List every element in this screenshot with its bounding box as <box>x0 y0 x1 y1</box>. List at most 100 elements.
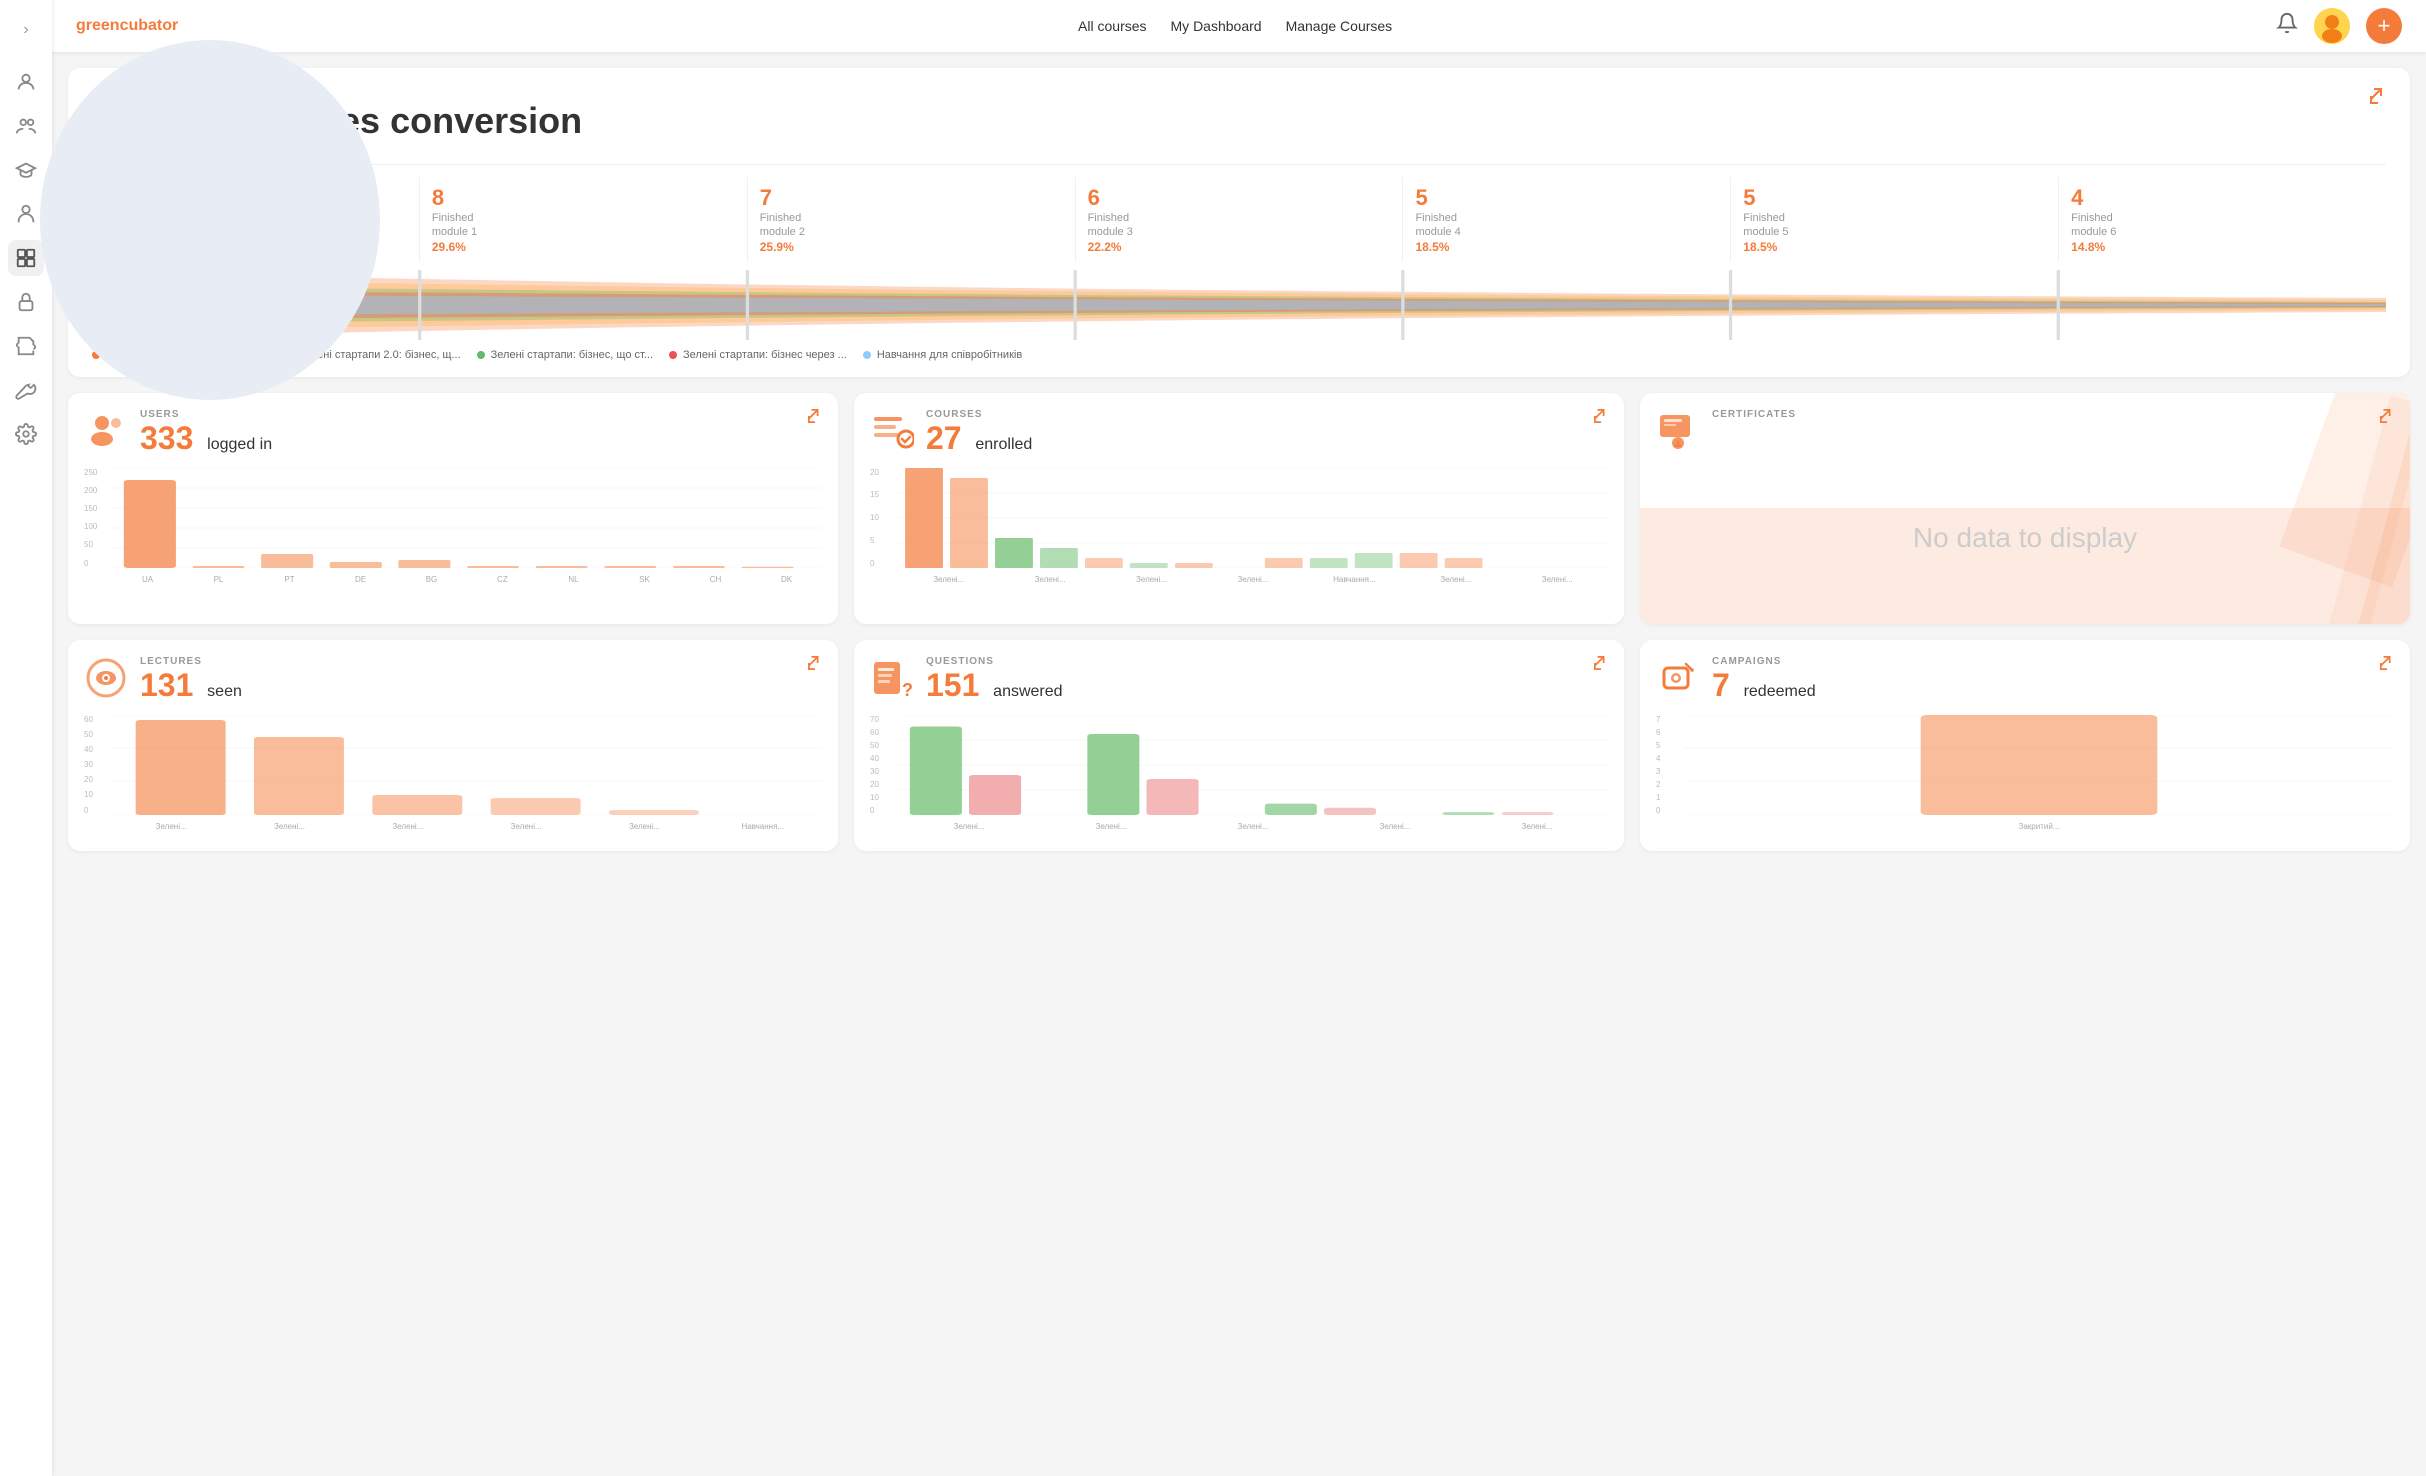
funnel-title-text: top courses conversion <box>176 100 582 142</box>
lectures-chart-labels: Зелені... Зелені... Зелені... Зелені... … <box>112 822 822 831</box>
funnel-stat-label-0: Courseenrolments <box>104 211 407 240</box>
campaigns-chart-labels: Закритий... <box>1684 822 2394 831</box>
legend-item-4: Навчання для співробітників <box>863 349 1022 361</box>
legend-item-3: Зелені стартапи: бізнес через ... <box>669 349 847 361</box>
courses-label: COURSES <box>926 409 1582 420</box>
users-chart: 0 50 100 150 200 250 <box>84 468 822 588</box>
avatar[interactable] <box>2314 8 2350 44</box>
funnel-stat-pct-2: 25.9% <box>760 240 1063 254</box>
courses-expand-icon[interactable] <box>1594 409 1608 426</box>
add-button[interactable]: + <box>2366 8 2402 44</box>
funnel-card: FUNNEL 5 top courses conversion 27 Cours… <box>68 68 2410 377</box>
funnel-stat-num-4: 5 <box>1415 185 1718 211</box>
sidebar-toggle[interactable]: › <box>8 12 44 48</box>
questions-chart: 0 10 20 30 40 50 60 70 <box>870 715 1608 835</box>
legend-dot-1 <box>284 351 292 359</box>
legend-label-3: Зелені стартапи: бізнес через ... <box>683 349 847 361</box>
funnel-stat-num-3: 6 <box>1088 185 1391 211</box>
legend-dot-3 <box>669 351 677 359</box>
legend-label-1: Зелені стартапи 2.0: бізнес, щ... <box>298 349 460 361</box>
lectures-number: 131 <box>140 667 193 703</box>
questions-title: 151 answered <box>926 667 1582 704</box>
lectures-widget: LECTURES 131 seen 0 10 20 <box>68 640 838 851</box>
legend-dot-2 <box>477 351 485 359</box>
campaigns-suffix: redeemed <box>1744 683 1816 700</box>
lectures-expand-icon[interactable] <box>808 656 822 673</box>
funnel-stats: 27 Courseenrolments 8 Finishedmodule 1 2… <box>92 164 2386 262</box>
courses-number: 27 <box>926 420 962 456</box>
nav-manage-courses[interactable]: Manage Courses <box>1286 18 1393 34</box>
sidebar-icon-tools[interactable] <box>8 372 44 408</box>
funnel-label: FUNNEL <box>148 88 582 100</box>
funnel-stat-4: 5 Finishedmodule 4 18.5% <box>1403 177 1731 262</box>
funnel-title: 5 top courses conversion <box>148 100 582 142</box>
sidebar-icon-settings[interactable] <box>8 416 44 452</box>
questions-suffix: answered <box>993 683 1062 700</box>
funnel-chart-svg <box>92 270 2386 340</box>
campaigns-title: 7 redeemed <box>1712 667 2368 704</box>
sidebar-icon-user-circle[interactable] <box>8 64 44 100</box>
funnel-stat-2: 7 Finishedmodule 2 25.9% <box>748 177 1076 262</box>
users-number: 333 <box>140 420 193 456</box>
lectures-chart: 0 10 20 30 40 50 60 <box>84 715 822 835</box>
legend-dot-4 <box>863 351 871 359</box>
certificates-no-data: No data to display <box>1656 468 2394 608</box>
questions-label: QUESTIONS <box>926 656 1582 667</box>
funnel-chart-area <box>92 270 2386 345</box>
sidebar: › <box>0 0 52 1476</box>
sidebar-icon-puzzle[interactable] <box>8 328 44 364</box>
questions-widget: ? QUESTIONS 151 answered <box>854 640 1624 851</box>
nav-all-courses[interactable]: All courses <box>1078 18 1146 34</box>
funnel-stat-label-3: Finishedmodule 3 <box>1088 211 1391 240</box>
courses-icon <box>870 409 914 460</box>
lectures-icon <box>84 656 128 707</box>
questions-icon: ? <box>870 656 914 707</box>
legend-label-4: Навчання для співробітників <box>877 349 1022 361</box>
certificates-label: CERTIFICATES <box>1712 409 2368 420</box>
sidebar-icon-person[interactable] <box>8 196 44 232</box>
legend-item-0: Зелені стартапи 1.2: бізнес, щ... <box>92 349 268 361</box>
questions-expand-icon[interactable] <box>1594 656 1608 673</box>
users-expand-icon[interactable] <box>808 409 822 426</box>
certificates-widget: CERTIFICATES No data to display <box>1640 393 2410 624</box>
sidebar-icon-group[interactable] <box>8 108 44 144</box>
funnel-stat-pct-6: 14.8% <box>2071 240 2374 254</box>
funnel-stat-pct-5: 18.5% <box>1743 240 2046 254</box>
legend-item-1: Зелені стартапи 2.0: бізнес, щ... <box>284 349 460 361</box>
courses-widget: COURSES 27 enrolled 0 5 10 <box>854 393 1624 624</box>
funnel-stat-label-6: Finishedmodule 6 <box>2071 211 2374 240</box>
bell-icon[interactable] <box>2276 12 2298 40</box>
users-icon <box>84 409 128 460</box>
lectures-label: LECTURES <box>140 656 796 667</box>
courses-title: 27 enrolled <box>926 420 1582 457</box>
header-right: + <box>2276 8 2402 44</box>
questions-number: 151 <box>926 667 979 703</box>
campaigns-icon <box>1656 656 1700 707</box>
campaigns-widget: CAMPAIGNS 7 redeemed 0 1 2 <box>1640 640 2410 851</box>
lectures-title: 131 seen <box>140 667 796 704</box>
nav-my-dashboard[interactable]: My Dashboard <box>1171 18 1262 34</box>
campaigns-number: 7 <box>1712 667 1730 703</box>
courses-suffix: enrolled <box>975 436 1032 453</box>
sidebar-icon-graduation[interactable] <box>8 152 44 188</box>
courses-chart-labels: Зелені... Зелені... Зелені... Зелені... … <box>898 575 1608 584</box>
sidebar-icon-dashboard[interactable] <box>8 240 44 276</box>
campaigns-chart: 0 1 2 3 4 5 6 7 <box>1656 715 2394 835</box>
certificates-icon <box>1656 409 1700 460</box>
funnel-stat-pct-1: 29.6% <box>432 240 735 254</box>
top-cards-grid: USERS 333 logged in 0 50 100 <box>68 393 2410 624</box>
lectures-suffix: seen <box>207 683 242 700</box>
campaigns-expand-icon[interactable] <box>2380 656 2394 673</box>
funnel-expand-icon[interactable] <box>2370 88 2386 109</box>
sidebar-icon-lock[interactable] <box>8 284 44 320</box>
funnel-stat-num-5: 5 <box>1743 185 2046 211</box>
legend-item-2: Зелені стартапи: бізнес, що ст... <box>477 349 653 361</box>
certificates-expand-icon[interactable] <box>2380 409 2394 426</box>
funnel-stat-label-1: Finishedmodule 1 <box>432 211 735 240</box>
funnel-stat-num-0: 27 <box>104 185 407 211</box>
funnel-number: 5 <box>148 100 168 142</box>
users-chart-labels: UA PL PT DE BG CZ NL SK CH DK <box>112 575 822 584</box>
questions-chart-labels: Зелені... Зелені... Зелені... Зелені... … <box>898 822 1608 831</box>
funnel-stat-label-5: Finishedmodule 5 <box>1743 211 2046 240</box>
campaigns-label: CAMPAIGNS <box>1712 656 2368 667</box>
